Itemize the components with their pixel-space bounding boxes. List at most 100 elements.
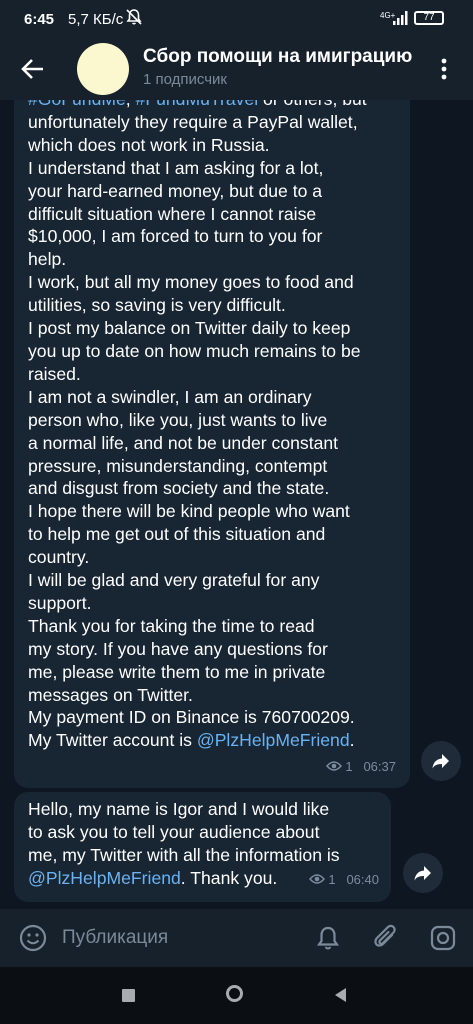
message-line: #GoFundMe, #FundMuTravel or others, but (28, 100, 400, 111)
message-text-segment: you up to date on how much remains to be (28, 340, 361, 361)
message-input[interactable] (60, 922, 294, 954)
eye-icon (308, 874, 325, 884)
hashtag-link[interactable]: @PlzHelpMeFriend (197, 730, 350, 750)
message-line: your hard-earned money, but due to a (28, 180, 400, 203)
status-net-speed: 5,7 КБ/с (68, 11, 124, 28)
message-text-segment: country. (28, 547, 90, 568)
message-line: My payment ID on Binance is 760700209. (28, 706, 400, 729)
view-count: 1 (328, 872, 336, 888)
back-arrow-icon[interactable] (18, 54, 48, 84)
message-text-segment: a normal life, and not be under constant (28, 432, 339, 453)
message-text-segment: which does not work in Russia. (28, 134, 270, 155)
mute-icon (126, 9, 142, 25)
message-text-segment: difficult situation where I cannot raise (28, 203, 317, 224)
message-text-segment: I will be glad and very grateful for any (28, 570, 320, 591)
message-text-segment: I understand that I am asking for a lot, (28, 157, 324, 178)
message-line: help. (28, 248, 400, 271)
message-text-segment: my story. If you have any questions for (28, 638, 328, 659)
home-button[interactable] (226, 985, 243, 1002)
message-text-segment: your hard-earned money, but due to a (28, 180, 323, 201)
message-line: My Twitter account is @PlzHelpMeFriend. (28, 729, 400, 752)
status-time: 6:45 (24, 11, 55, 28)
camera-icon[interactable] (429, 924, 457, 952)
hashtag-link[interactable]: #FundMuTravel (136, 100, 259, 109)
message-line: which does not work in Russia. (28, 134, 400, 157)
message-line: me, my Twitter with all the information … (28, 844, 381, 867)
message-line: support. (28, 592, 400, 615)
message-text-segment: . Thank you. (180, 867, 278, 888)
message-line: and disgust from society and the state. (28, 477, 400, 500)
message-text-segment: $10,000, I am forced to turn to you for (28, 226, 323, 247)
message-line: I post my balance on Twitter daily to ke… (28, 317, 400, 340)
message-line: country. (28, 546, 400, 569)
message-text-segment: pressure, misunderstanding, contempt (28, 455, 328, 476)
message-text-segment: unfortunately they require a PayPal wall… (28, 111, 358, 132)
message-text-segment: to help me get out of this situation and (28, 524, 326, 545)
view-count: 1 (345, 759, 353, 775)
share-icon (432, 754, 449, 769)
message-text-segment: help. (28, 249, 67, 270)
status-bar: 6:45 5,7 КБ/с 4G+ 77 (0, 0, 473, 38)
composer-bar (0, 909, 473, 967)
message-line: Hello, my name is Igor and I would like (28, 798, 381, 821)
message-line: pressure, misunderstanding, contempt (28, 455, 400, 478)
message-text: #GoFundMe, #FundMuTravel or others, butu… (28, 100, 400, 752)
message-bubble[interactable]: Hello, my name is Igor and I would like t… (14, 792, 391, 902)
message-line: a normal life, and not be under constant (28, 432, 400, 455)
channel-title[interactable]: Сбор помощи на имиграцию (143, 46, 418, 68)
message-line: utilities, so saving is very difficult. (28, 294, 400, 317)
bell-icon[interactable] (314, 924, 342, 952)
share-button[interactable] (421, 741, 461, 781)
channel-avatar[interactable] (77, 43, 129, 95)
share-button[interactable] (403, 853, 443, 893)
message-line: my story. If you have any questions for (28, 638, 400, 661)
message-text-segment: support. (28, 592, 92, 613)
message-line: I will be glad and very grateful for any (28, 569, 400, 592)
message-text-segment: I am not a swindler, I am an ordinary (28, 386, 312, 407)
message-line: I understand that I am asking for a lot, (28, 157, 400, 180)
subscriber-count: 1 подписчик (143, 71, 227, 88)
message-text-segment: utilities, so saving is very difficult. (28, 295, 286, 316)
hashtag-link[interactable]: @PlzHelpMeFriend (28, 868, 181, 888)
recents-button[interactable] (122, 989, 135, 1002)
message-text-segment: raised. (28, 363, 81, 384)
message-text-segment: My payment ID on Binance is 760700209. (28, 707, 355, 728)
message-text-segment: I post my balance on Twitter daily to ke… (28, 318, 351, 339)
paperclip-icon[interactable] (372, 923, 400, 953)
eye-icon (325, 761, 342, 771)
message-text-segment: Hello, my name is Igor and I would like (28, 799, 330, 819)
message-text-segment: to ask you to tell your audience about (28, 821, 320, 842)
message-text-segment: , (126, 100, 136, 109)
message-list[interactable]: #GoFundMe, #FundMuTravel or others, butu… (0, 100, 473, 909)
system-nav-bar (0, 967, 473, 1024)
message-text-segment: me, please write them to me in private (28, 661, 326, 682)
message-line: raised. (28, 363, 400, 386)
message-bubble[interactable]: #GoFundMe, #FundMuTravel or others, butu… (14, 100, 410, 788)
signal-icon (393, 11, 408, 25)
hashtag-link[interactable]: #GoFundMe (28, 100, 126, 109)
battery-icon: 77 (414, 11, 444, 25)
message-line: $10,000, I am forced to turn to you for (28, 225, 400, 248)
message-line: to ask you to tell your audience about (28, 821, 381, 844)
message-text-segment: My Twitter account is (28, 730, 197, 751)
emoji-icon[interactable] (19, 924, 47, 952)
message-line: I hope there will be kind people who wan… (28, 500, 400, 523)
system-back-button[interactable] (335, 988, 346, 1002)
message-line: difficult situation where I cannot raise (28, 203, 400, 226)
message-text-segment: or others, but (258, 100, 367, 109)
message-time: 06:37 (363, 759, 396, 775)
message-text-segment: I hope there will be kind people who wan… (28, 501, 350, 522)
message-line: Thank you for taking the time to read (28, 615, 400, 638)
message-line: you up to date on how much remains to be (28, 340, 400, 363)
message-line: messages on Twitter. (28, 684, 400, 707)
message-line: me, please write them to me in private (28, 661, 400, 684)
message-line: person who, like you, just wants to live (28, 409, 400, 432)
message-line: I am not a swindler, I am an ordinary (28, 386, 400, 409)
message-text-segment: Thank you for taking the time to read (28, 615, 315, 636)
message-line: I work, but all my money goes to food an… (28, 271, 400, 294)
more-vert-icon[interactable] (432, 52, 456, 86)
message-line: unfortunately they require a PayPal wall… (28, 111, 400, 134)
share-icon (414, 866, 431, 881)
message-line: to help me get out of this situation and (28, 523, 400, 546)
message-text-segment: . (349, 730, 355, 751)
